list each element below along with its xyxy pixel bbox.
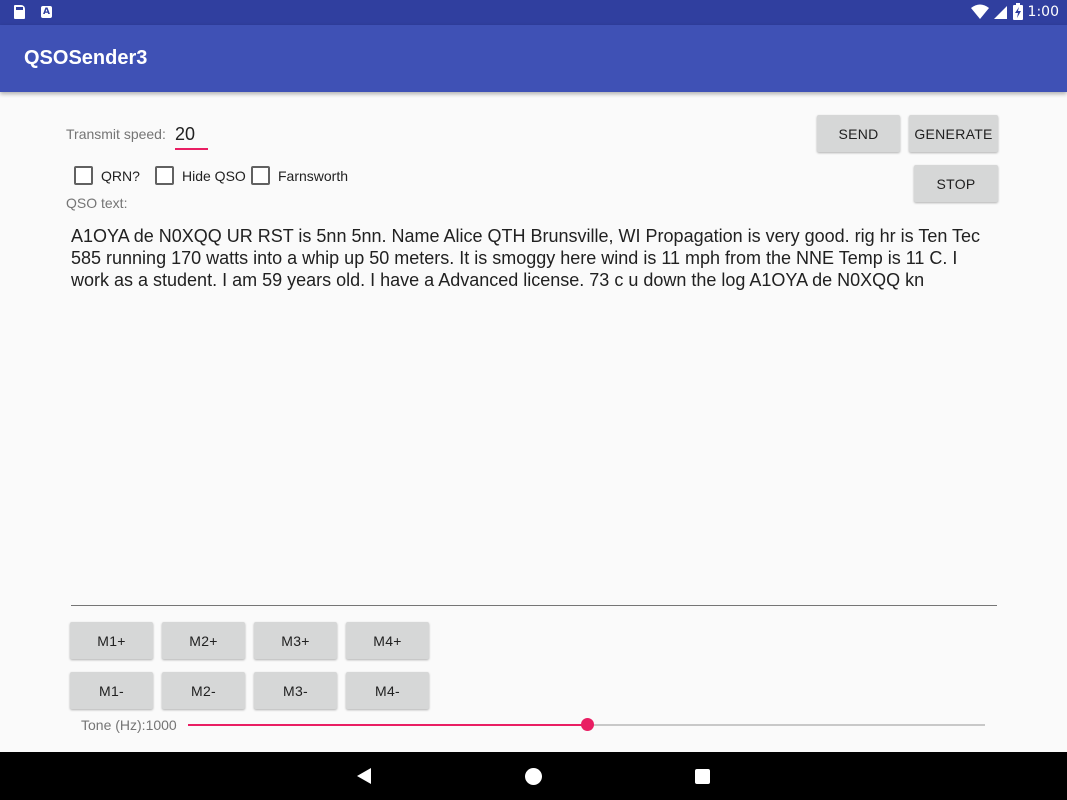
tone-slider-thumb[interactable]: [580, 718, 594, 731]
status-bar: A 1:00: [0, 0, 1067, 25]
qso-text-label: QSO text:: [66, 195, 128, 211]
qso-text-body: A1OYA de N0XQQ UR RST is 5nn 5nn. Name A…: [71, 226, 981, 290]
a-notification-icon: A: [41, 6, 52, 18]
qrn-checkbox-box[interactable]: [74, 166, 93, 185]
tone-slider[interactable]: [188, 718, 985, 731]
hide-qso-checkbox[interactable]: Hide QSO: [155, 166, 246, 185]
farnsworth-checkbox-box[interactable]: [251, 166, 270, 185]
app-title: QSOSender3: [24, 47, 148, 69]
hide-qso-checkbox-label: Hide QSO: [182, 167, 246, 184]
sd-card-icon: [14, 5, 25, 19]
tone-slider-fill: [188, 724, 587, 726]
m4-minus-button[interactable]: M4-: [346, 672, 429, 709]
divider: [71, 605, 997, 606]
m2-minus-button[interactable]: M2-: [162, 672, 245, 709]
battery-charging-icon: [1012, 3, 1023, 20]
m3-plus-button[interactable]: M3+: [254, 622, 337, 659]
qrn-checkbox[interactable]: QRN?: [74, 166, 140, 185]
m3-minus-button[interactable]: M3-: [254, 672, 337, 709]
send-button[interactable]: SEND: [817, 115, 900, 152]
m4-plus-button[interactable]: M4+: [346, 622, 429, 659]
clock: 1:00: [1027, 3, 1059, 20]
app-bar: QSOSender3: [0, 25, 1067, 92]
stop-button[interactable]: STOP: [914, 165, 998, 202]
m2-plus-button[interactable]: M2+: [162, 622, 245, 659]
hide-qso-checkbox-box[interactable]: [155, 166, 174, 185]
generate-button[interactable]: GENERATE: [909, 115, 998, 152]
m1-minus-button[interactable]: M1-: [70, 672, 153, 709]
tone-label: Tone (Hz):1000: [81, 717, 177, 733]
farnsworth-checkbox-label: Farnsworth: [278, 167, 349, 184]
qrn-checkbox-label: QRN?: [101, 167, 140, 184]
back-icon[interactable]: [357, 768, 371, 784]
transmit-speed-label: Transmit speed:: [66, 126, 166, 142]
farnsworth-checkbox[interactable]: Farnsworth: [251, 166, 348, 185]
wifi-icon: [970, 4, 989, 19]
transmit-speed-input[interactable]: [175, 120, 208, 150]
navigation-bar: [0, 752, 1067, 800]
home-icon[interactable]: [525, 768, 542, 785]
cell-signal-icon: [993, 5, 1007, 19]
m1-plus-button[interactable]: M1+: [70, 622, 153, 659]
recents-icon[interactable]: [695, 769, 710, 784]
